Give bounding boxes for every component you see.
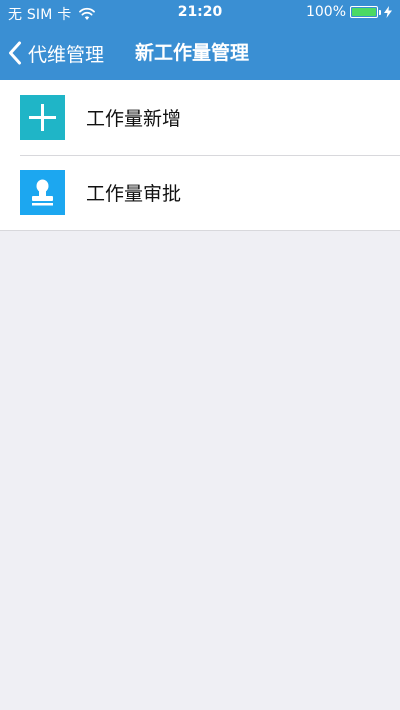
approve-icon-tile: [20, 170, 65, 215]
back-button[interactable]: 代维管理: [8, 38, 104, 68]
battery-fill: [352, 8, 376, 16]
battery-icon: [350, 6, 378, 18]
status-bar: 无 SIM 卡 21:20 100%: [0, 0, 400, 26]
menu-list: 工作量新增 工作量审批: [0, 80, 400, 231]
back-label: 代维管理: [28, 43, 105, 66]
plus-icon: [20, 95, 65, 140]
nav-bar: 代维管理 新工作量管理: [0, 26, 400, 80]
menu-item-add-workload[interactable]: 工作量新增: [0, 80, 400, 155]
chevron-left-icon: [9, 41, 21, 65]
header: 无 SIM 卡 21:20 100% 代维管理 新工作量管理: [0, 0, 400, 80]
charging-bolt-icon: [384, 6, 392, 18]
battery-percent: 100%: [305, 4, 346, 20]
page-title: 新工作量管理: [135, 42, 250, 64]
menu-item-label: 工作量新增: [86, 108, 182, 130]
stamp-icon: [20, 170, 65, 215]
add-icon-tile: [20, 95, 65, 140]
menu-item-approve-workload[interactable]: 工作量审批: [0, 155, 400, 230]
menu-item-label: 工作量审批: [86, 183, 182, 205]
status-right: 100%: [306, 4, 392, 20]
battery-tip: [379, 9, 381, 15]
app-screen: 无 SIM 卡 21:20 100% 代维管理 新工作量管理 工作量新增 工作量…: [0, 0, 400, 710]
